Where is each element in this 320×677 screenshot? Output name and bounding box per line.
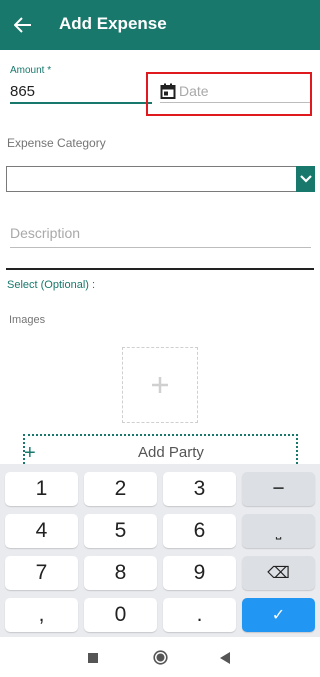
key-8[interactable]: 8 [84, 556, 157, 590]
key-3[interactable]: 3 [163, 472, 236, 506]
dropdown-button[interactable] [296, 166, 315, 192]
add-image-button[interactable] [122, 347, 198, 423]
key-comma[interactable]: , [5, 598, 78, 632]
circle-icon[interactable] [153, 650, 168, 665]
key-9[interactable]: 9 [163, 556, 236, 590]
system-nav-bar [0, 637, 320, 677]
key-7[interactable]: 7 [5, 556, 78, 590]
back-button[interactable] [8, 10, 38, 40]
key-5[interactable]: 5 [84, 514, 157, 548]
select-optional-label: Select (Optional) : [7, 279, 96, 291]
key-0[interactable]: 0 [84, 598, 157, 632]
key-done[interactable]: ✓ [242, 598, 315, 632]
key-6[interactable]: 6 [163, 514, 236, 548]
triangle-back-icon[interactable] [220, 652, 231, 664]
key-period[interactable]: . [163, 598, 236, 632]
page-title: Add Expense [59, 14, 167, 33]
key-space[interactable]: ⎵ [242, 514, 315, 548]
chevron-down-icon [299, 175, 312, 183]
key-backspace[interactable]: ⌫ [242, 556, 315, 590]
amount-label: Amount * [10, 65, 52, 76]
plus-icon [152, 377, 168, 393]
expense-category-select[interactable] [6, 166, 298, 192]
add-party-label: Add Party [138, 444, 204, 461]
highlight-box [146, 72, 312, 116]
divider [6, 268, 314, 270]
arrow-left-icon [14, 17, 31, 33]
key-2[interactable]: 2 [84, 472, 157, 506]
expense-category-label: Expense Category [7, 136, 106, 150]
amount-input[interactable] [10, 81, 152, 104]
key-minus[interactable]: − [242, 472, 315, 506]
images-label: Images [9, 314, 46, 326]
numeric-keyboard: 1 2 3 − 4 5 6 ⎵ 7 8 9 ⌫ , 0 . ✓ [0, 464, 320, 637]
plus-icon: + [24, 442, 36, 464]
description-field[interactable]: Description [10, 225, 311, 248]
key-4[interactable]: 4 [5, 514, 78, 548]
key-1[interactable]: 1 [5, 472, 78, 506]
description-placeholder: Description [10, 225, 81, 241]
square-icon[interactable] [88, 653, 98, 663]
